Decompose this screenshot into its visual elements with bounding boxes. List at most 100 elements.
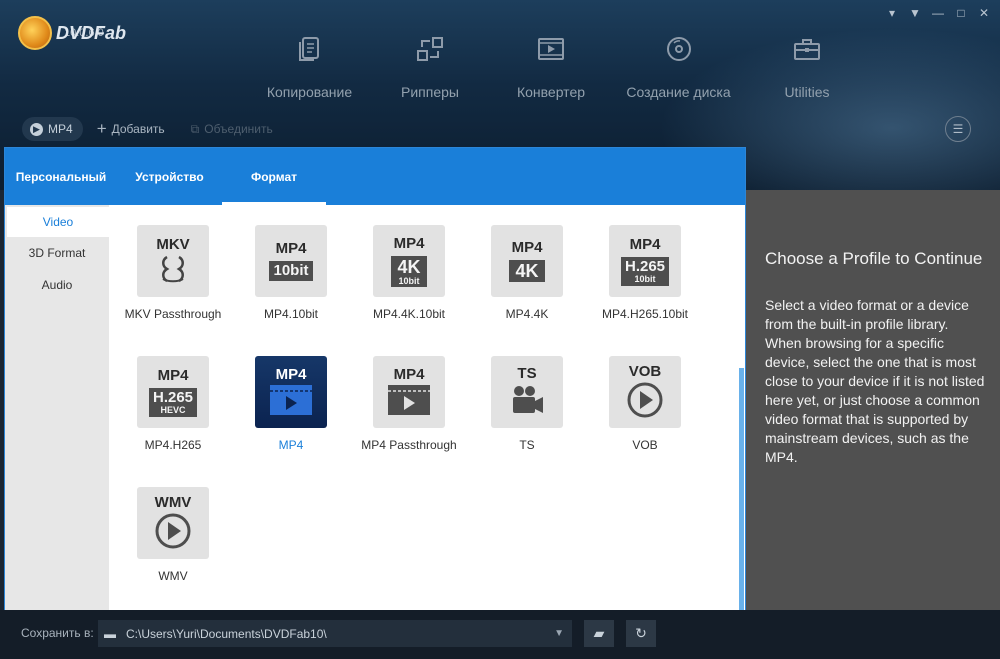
nav-label: Конвертер <box>516 84 586 100</box>
tile-label: MP4 <box>278 438 304 452</box>
list-icon: ☰ <box>952 122 964 136</box>
mp4-h265-10bit-icon: MP4 H.265 10bit <box>609 225 681 297</box>
nav-converter[interactable]: Конвертер <box>493 34 609 100</box>
pin-icon[interactable]: ▾ <box>886 6 898 20</box>
tile-label: MP4.4K.10bit <box>372 307 446 321</box>
mkv-format-icon: MKV <box>137 225 209 297</box>
format-grid: MKV MKV Passthrough MP4 10bit MP4.10bit … <box>109 205 739 611</box>
sidebar-item-3d-format[interactable]: 3D Format <box>5 237 109 269</box>
add-label: Добавить <box>111 122 165 136</box>
copy-document-icon <box>295 34 325 64</box>
info-content: Choose a Profile to Continue Select a vi… <box>765 248 987 467</box>
disc-icon <box>664 34 694 64</box>
scrollbar[interactable] <box>739 368 744 610</box>
folder-open-icon: ▰ <box>593 625 605 641</box>
nav-create-disc[interactable]: Создание диска <box>609 34 748 100</box>
format-tile-wmv[interactable]: WMV WMV <box>103 487 243 583</box>
profile-label: MP4 <box>48 122 73 136</box>
tile-label: VOB <box>632 438 658 452</box>
close-icon[interactable]: ✕ <box>978 6 990 20</box>
nav-copy[interactable]: Копирование <box>252 34 367 100</box>
format-badge: 4K <box>509 260 545 282</box>
mp4-film-icon: MP4 <box>255 356 327 428</box>
tile-label: MP4.4K <box>505 307 549 321</box>
info-title: Choose a Profile to Continue <box>765 249 983 268</box>
format-badge: 4K 10bit <box>391 255 427 287</box>
format-name: MKV <box>156 236 190 253</box>
app-logo: DVDFab <box>18 16 126 50</box>
merge-label: Объединить <box>204 122 273 136</box>
tile-label: MP4.10bit <box>263 307 319 321</box>
badge-main: 4K <box>397 256 421 277</box>
tab-bar: Персональный Устройство Формат <box>5 148 745 205</box>
merge-button[interactable]: ⧉ Объединить <box>191 122 273 137</box>
sidebar-item-video[interactable]: Video <box>7 207 109 237</box>
format-badge: H.265 10bit <box>620 256 670 286</box>
converter-film-icon <box>536 34 566 64</box>
refresh-icon: ↻ <box>635 625 647 641</box>
nav-label: Создание диска <box>626 84 731 100</box>
minimize-icon[interactable]: — <box>932 6 944 20</box>
output-path-select[interactable]: ▬ C:\Users\Yuri\Documents\DVDFab10\ ▼ <box>98 620 572 647</box>
format-name: MP4 <box>393 234 425 252</box>
format-badge: 10bit <box>269 261 313 281</box>
merge-icon: ⧉ <box>190 121 200 136</box>
mp4-10bit-icon: MP4 10bit <box>255 225 327 297</box>
nav-utilities[interactable]: Utilities <box>748 34 866 100</box>
toolbox-icon <box>792 34 822 64</box>
badge-main: H.265 <box>152 388 194 406</box>
profile-button[interactable]: ▶ MP4 <box>22 117 83 141</box>
app-name: DVDFab <box>56 22 127 43</box>
browse-folder-button[interactable]: ▰ <box>584 620 614 647</box>
tile-label: MP4.H265.10bit <box>601 307 689 321</box>
badge-sub: HEVC <box>160 404 186 415</box>
mp4-h265-icon: MP4 H.265 HEVC <box>137 356 209 428</box>
output-path-value: C:\Users\Yuri\Documents\DVDFab10\ <box>126 626 327 641</box>
mp4-4k-10bit-icon: MP4 4K 10bit <box>373 225 445 297</box>
plus-icon: + <box>96 119 107 138</box>
format-name: TS <box>517 365 537 382</box>
tile-label: MP4.H265 <box>144 438 202 452</box>
nav-label: Utilities <box>784 84 830 100</box>
format-name: MP4 <box>275 240 307 257</box>
format-tile-mp4-h265-10bit[interactable]: MP4 H.265 10bit MP4.H265.10bit <box>575 225 715 321</box>
maximize-icon[interactable]: □ <box>955 6 967 20</box>
tile-label: TS <box>519 438 535 452</box>
sidebar-item-audio[interactable]: Audio <box>5 269 109 301</box>
save-to-label: Сохранить в: <box>21 626 94 640</box>
profile-dialog: Персональный Устройство Формат Video 3D … <box>4 147 746 611</box>
tile-label: MP4 Passthrough <box>361 438 457 452</box>
format-tile-vob[interactable]: VOB VOB <box>575 356 715 452</box>
format-name: MP4 <box>393 366 425 383</box>
nav-label: Копирование <box>266 84 353 100</box>
main-nav: Копирование Рипперы Конвертер Создание д… <box>252 34 866 100</box>
format-name: VOB <box>628 363 662 380</box>
folder-icon: ▬ <box>104 626 116 641</box>
tab-device[interactable]: Устройство <box>117 148 222 205</box>
tab-personal[interactable]: Персональный <box>5 148 117 205</box>
badge-sub: 10bit <box>634 273 656 284</box>
play-circle-icon: WMV <box>137 487 209 559</box>
format-badge: H.265 HEVC <box>148 387 198 417</box>
mp4-4k-icon: MP4 4K <box>491 225 563 297</box>
dvdfab-mascot-icon <box>18 16 52 50</box>
arrow-right-icon: ▶ <box>30 122 43 136</box>
nav-rippers[interactable]: Рипперы <box>367 34 493 100</box>
add-button[interactable]: + Добавить <box>97 119 165 139</box>
camera-icon: TS <box>491 356 563 428</box>
toolbar: ▶ MP4 + Добавить ⧉ Объединить <box>22 117 273 141</box>
tab-format[interactable]: Формат <box>222 148 326 205</box>
format-name: WMV <box>154 494 192 511</box>
tile-label: MKV Passthrough <box>124 307 222 321</box>
play-circle-icon: VOB <box>609 356 681 428</box>
refresh-button[interactable]: ↻ <box>626 620 656 647</box>
format-sidebar: Video 3D Format Audio <box>5 205 109 611</box>
dropdown-menu-icon[interactable]: ▼ <box>909 6 921 20</box>
format-name: MP4 <box>157 366 189 384</box>
badge-main: H.265 <box>624 257 666 275</box>
mp4-film-icon: MP4 <box>373 356 445 428</box>
ripper-arrows-icon <box>415 34 445 64</box>
window-controls: ▾ ▼ — □ ✕ <box>886 6 990 20</box>
nav-label: Рипперы <box>401 84 459 100</box>
task-list-button[interactable]: ☰ <box>945 116 971 142</box>
